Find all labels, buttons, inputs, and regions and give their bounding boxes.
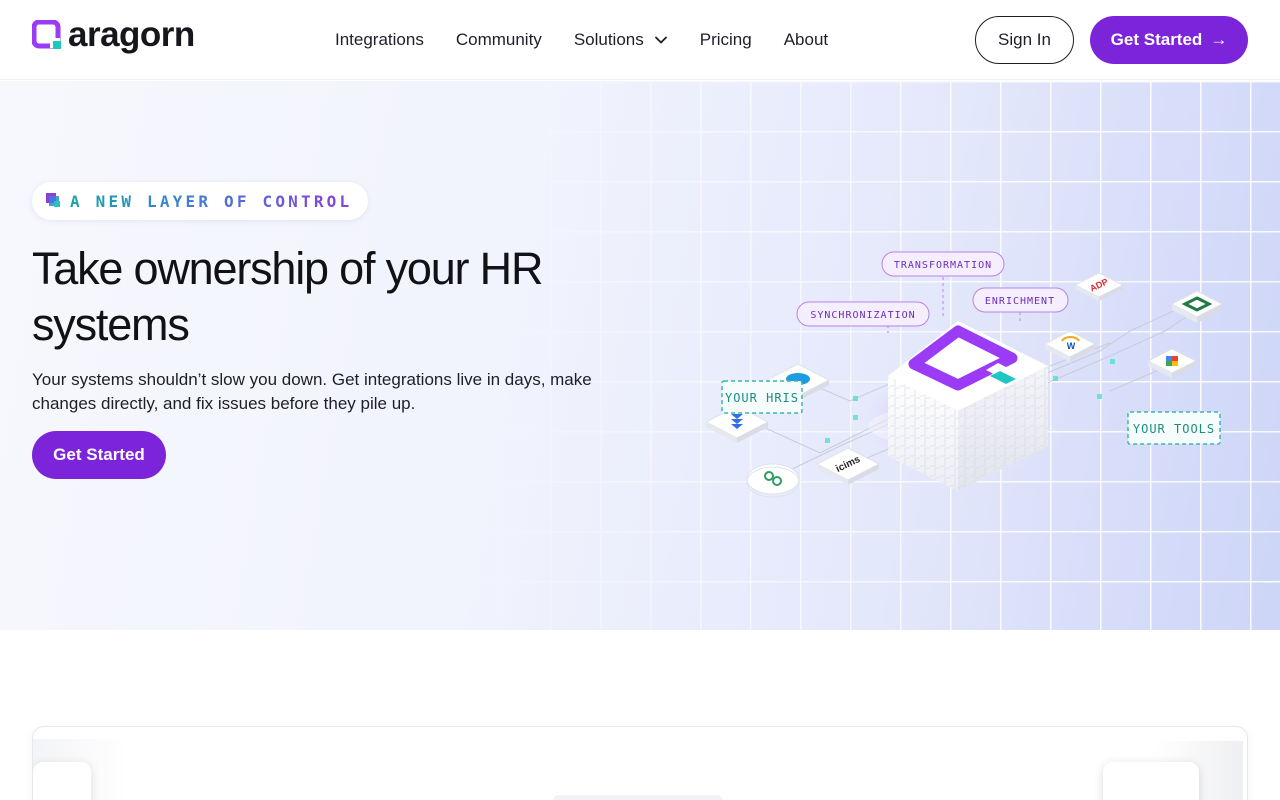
nav-pricing[interactable]: Pricing	[700, 30, 752, 50]
label-your-tools: YOUR TOOLS	[1127, 411, 1221, 445]
workday-tile: W	[1043, 330, 1097, 362]
box-tile	[1170, 290, 1224, 323]
label-synchronization: SYNCHRONIZATION	[796, 301, 930, 327]
showcase-tile-right	[1103, 762, 1199, 800]
svg-text:SYNCHRONIZATION: SYNCHRONIZATION	[810, 310, 915, 321]
hero-subtitle: Your systems shouldn’t slow you down. Ge…	[32, 370, 592, 413]
svg-text:ENRICHMENT: ENRICHMENT	[985, 296, 1055, 307]
greenhouse-tile	[746, 463, 800, 498]
brand-name: aragorn	[68, 14, 195, 54]
svg-text:TRANSFORMATION: TRANSFORMATION	[894, 260, 992, 271]
chevron-down-icon	[654, 36, 667, 44]
hero-get-started-button[interactable]: Get Started	[32, 431, 166, 479]
label-enrichment: ENRICHMENT	[972, 287, 1069, 313]
integrations-showcase-card	[32, 726, 1248, 800]
arrow-right-icon: →	[1210, 30, 1228, 49]
main-nav: Integrations Community Solutions Pricing…	[335, 28, 860, 52]
svg-text:YOUR TOOLS: YOUR TOOLS	[1133, 422, 1215, 436]
integration-hub-illustration: icims ADP W TRANSFORMATION SYNCHRONIZATI…	[704, 251, 1224, 498]
header-get-started-label: Get Started	[1110, 30, 1203, 49]
svg-text:W: W	[1067, 341, 1076, 351]
svg-text:YOUR HRIS: YOUR HRIS	[725, 391, 799, 405]
showcase-center-pill	[553, 795, 723, 800]
hero-section: A NEW LAYER OF CONTROL Take ownership of…	[0, 81, 1280, 630]
gsuite-icon	[1166, 356, 1178, 366]
showcase-tile-left	[33, 762, 91, 800]
adp-tile: ADP	[1073, 272, 1125, 301]
nav-community[interactable]: Community	[456, 30, 542, 50]
hero-eyebrow-badge: A NEW LAYER OF CONTROL	[32, 182, 369, 220]
aragorn-logo-icon	[31, 19, 64, 52]
gsuite-tile	[1146, 348, 1198, 378]
nav-solutions[interactable]: Solutions	[574, 30, 668, 50]
label-transformation: TRANSFORMATION	[881, 251, 1005, 277]
nav-solutions-label: Solutions	[573, 30, 644, 49]
header-get-started-button[interactable]: Get Started →	[1090, 16, 1248, 64]
sign-in-button[interactable]: Sign In	[975, 16, 1074, 64]
aragorn-logo[interactable]: aragorn	[31, 14, 195, 54]
nav-about[interactable]: About	[784, 30, 828, 50]
layers-icon	[46, 193, 62, 209]
site-header: aragorn Integrations Community Solutions…	[0, 0, 1280, 80]
label-your-hris: YOUR HRIS	[721, 380, 803, 414]
hero-title: Take ownership of your HR systems	[32, 243, 543, 350]
nav-integrations[interactable]: Integrations	[335, 30, 424, 50]
hero-eyebrow-text: A NEW LAYER OF CONTROL	[70, 191, 353, 211]
